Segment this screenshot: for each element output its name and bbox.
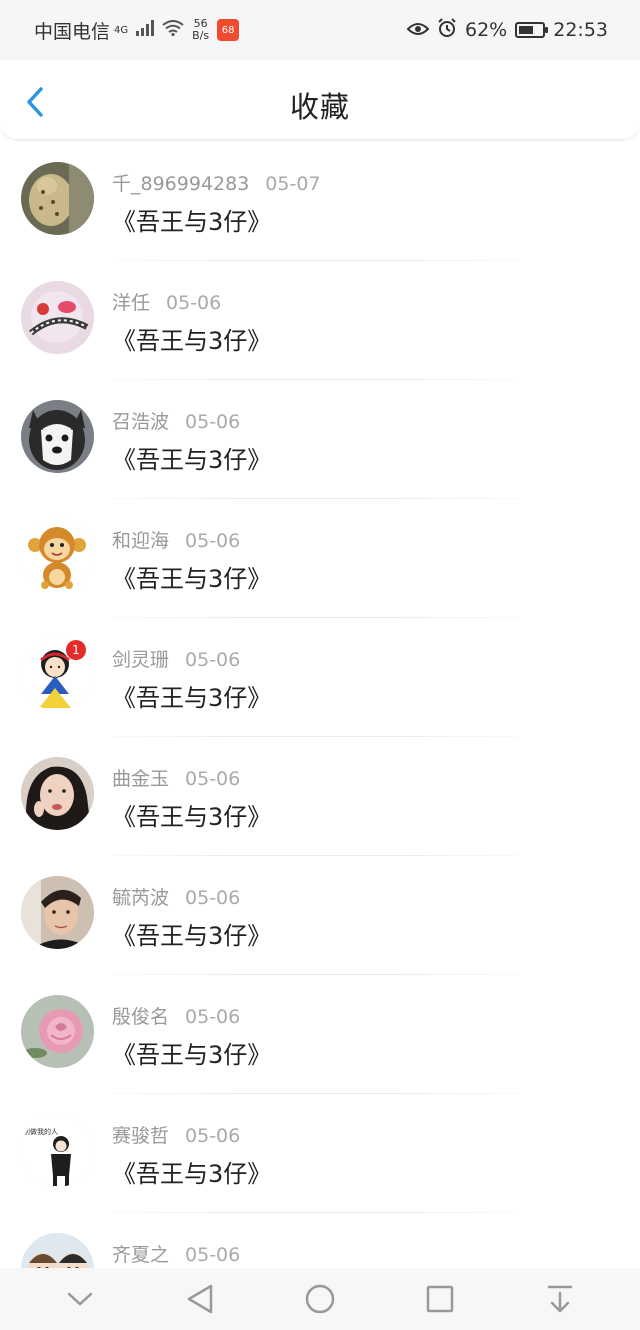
avatar-image [21, 1233, 94, 1268]
item-date: 05-06 [185, 1006, 241, 1028]
boy-avatar[interactable] [21, 876, 94, 949]
battery-percent: 62% [465, 19, 508, 41]
pull-down-icon [547, 1285, 573, 1313]
item-meta: 赛骏哲 05-06 [112, 1121, 240, 1148]
battery-icon [515, 22, 549, 38]
favorite-item[interactable]: 殷俊名 05-06 《吾王与3仔》 [0, 975, 640, 1094]
wifi-icon [162, 19, 184, 41]
user-name: 毓芮波 [112, 887, 170, 909]
favorite-item[interactable]: 召浩波 05-06 《吾王与3仔》 [0, 380, 640, 499]
item-meta: 毓芮波 05-06 [112, 883, 240, 910]
favorite-item[interactable]: 毓芮波 05-06 《吾王与3仔》 [0, 856, 640, 975]
item-meta: 曲金玉 05-06 [112, 764, 240, 791]
item-date: 05-06 [166, 292, 222, 314]
item-content[interactable]: 《吾王与3仔》 [112, 202, 271, 237]
carrier-label: 中国电信 [34, 20, 111, 43]
user-name: 和迎海 [112, 530, 170, 552]
avatar-image [21, 876, 94, 949]
item-content[interactable]: 《吾王与3仔》 [112, 916, 271, 951]
avatar-image [21, 281, 94, 354]
item-meta: 齐夏之 05-06 [112, 1240, 240, 1267]
favorite-item[interactable]: 1 剑灵珊 05-06 《吾王与3仔》 [0, 618, 640, 737]
status-bar: 中国电信 4G 56 B/s 68 62% 22:53 [0, 0, 640, 60]
page-header: 收藏 [0, 60, 640, 140]
user-name: 召浩波 [112, 411, 170, 433]
item-meta: 洋任 05-06 [112, 288, 221, 315]
item-content[interactable]: 《吾王与3仔》 [112, 1035, 271, 1070]
favorite-item[interactable]: 洋任 05-06 《吾王与3仔》 [0, 261, 640, 380]
item-content[interactable]: 《吾王与3仔》 [112, 321, 271, 356]
network-speed: 56 B/s [192, 18, 209, 42]
item-date: 05-06 [185, 649, 241, 671]
avatar-image [21, 519, 94, 592]
battery-fill [519, 26, 533, 34]
page-title: 收藏 [289, 90, 350, 124]
item-meta: 剑灵珊 05-06 [112, 645, 240, 672]
avatar-image [21, 162, 94, 235]
user-name: 洋任 [112, 292, 151, 314]
item-meta: 殷俊名 05-06 [112, 1002, 240, 1029]
chevron-down-icon [67, 1292, 93, 1306]
clock: 22:53 [553, 19, 608, 41]
circle-home-icon [305, 1284, 335, 1314]
husky-avatar[interactable] [21, 400, 94, 473]
item-date: 05-06 [185, 411, 241, 433]
girl-avatar[interactable] [21, 757, 94, 830]
favorites-list[interactable]: 千_896994283 05-07 《吾王与3仔》 洋任 05-06 《吾王与3仔》… [0, 142, 640, 1268]
favorite-item[interactable]: 千_896994283 05-07 《吾王与3仔》 [0, 142, 640, 261]
speed-unit: B/s [192, 29, 210, 42]
user-name: 千_896994283 [112, 173, 250, 195]
user-name: 殷俊名 [112, 1006, 170, 1028]
avatar-image: 别做我的人 [21, 1114, 94, 1187]
alarm-icon [437, 17, 457, 43]
status-left: 中国电信 4G 56 B/s 68 [34, 17, 240, 44]
home-nav-button[interactable] [290, 1274, 350, 1324]
rose-avatar[interactable] [21, 995, 94, 1068]
user-name: 赛骏哲 [112, 1125, 170, 1147]
triangle-back-icon [187, 1284, 213, 1314]
notification-badge: 1 [66, 640, 86, 660]
notification-shade-button[interactable] [530, 1274, 590, 1324]
item-meta: 召浩波 05-06 [112, 407, 240, 434]
item-meta: 千_896994283 05-07 [112, 169, 321, 196]
network-type: 4G [114, 24, 129, 36]
item-date: 05-06 [185, 1244, 241, 1266]
cartoon-man-avatar[interactable]: 别做我的人 [21, 1114, 94, 1187]
favorite-item[interactable]: 和迎海 05-06 《吾王与3仔》 [0, 499, 640, 618]
back-nav-button[interactable] [170, 1274, 230, 1324]
square-recents-icon [426, 1285, 454, 1313]
favorite-item[interactable]: 别做我的人 赛骏哲 05-06 《吾王与3仔》 [0, 1094, 640, 1213]
item-date: 05-06 [185, 887, 241, 909]
item-date: 05-06 [185, 768, 241, 790]
item-meta: 和迎海 05-06 [112, 526, 240, 553]
item-content[interactable]: 《吾王与3仔》 [112, 1154, 271, 1189]
anime-boys-avatar[interactable] [21, 1233, 94, 1268]
item-date: 05-07 [265, 173, 321, 195]
monkey-avatar[interactable] [21, 519, 94, 592]
signal-icon [136, 19, 155, 41]
avatar-image [21, 995, 94, 1068]
user-name: 齐夏之 [112, 1244, 170, 1266]
favorite-item[interactable]: 齐夏之05-06 《吾王与3仔》 [0, 1213, 640, 1268]
user-name: 曲金玉 [112, 768, 170, 790]
item-content[interactable]: 《吾王与3仔》 [112, 678, 271, 713]
item-content[interactable]: 《吾王与3仔》 [112, 797, 271, 832]
avatar-image [21, 757, 94, 830]
status-right: 62% 22:53 [406, 17, 608, 43]
eye-icon [406, 19, 430, 41]
app-notification-icon: 68 [217, 19, 240, 41]
avatar-image [21, 400, 94, 473]
hide-nav-button[interactable] [50, 1274, 110, 1324]
item-content[interactable]: 《吾王与3仔》 [112, 559, 271, 594]
system-nav-bar [0, 1268, 640, 1330]
item-date: 05-06 [185, 530, 241, 552]
leopard-avatar[interactable] [21, 162, 94, 235]
svg-text:别做我的人: 别做我的人 [23, 1127, 58, 1136]
user-name: 剑灵珊 [112, 649, 170, 671]
recents-nav-button[interactable] [410, 1274, 470, 1324]
item-date: 05-06 [185, 1125, 241, 1147]
film-ball-avatar[interactable] [21, 281, 94, 354]
item-content[interactable]: 《吾王与3仔》 [112, 440, 271, 475]
favorite-item[interactable]: 曲金玉 05-06 《吾王与3仔》 [0, 737, 640, 856]
